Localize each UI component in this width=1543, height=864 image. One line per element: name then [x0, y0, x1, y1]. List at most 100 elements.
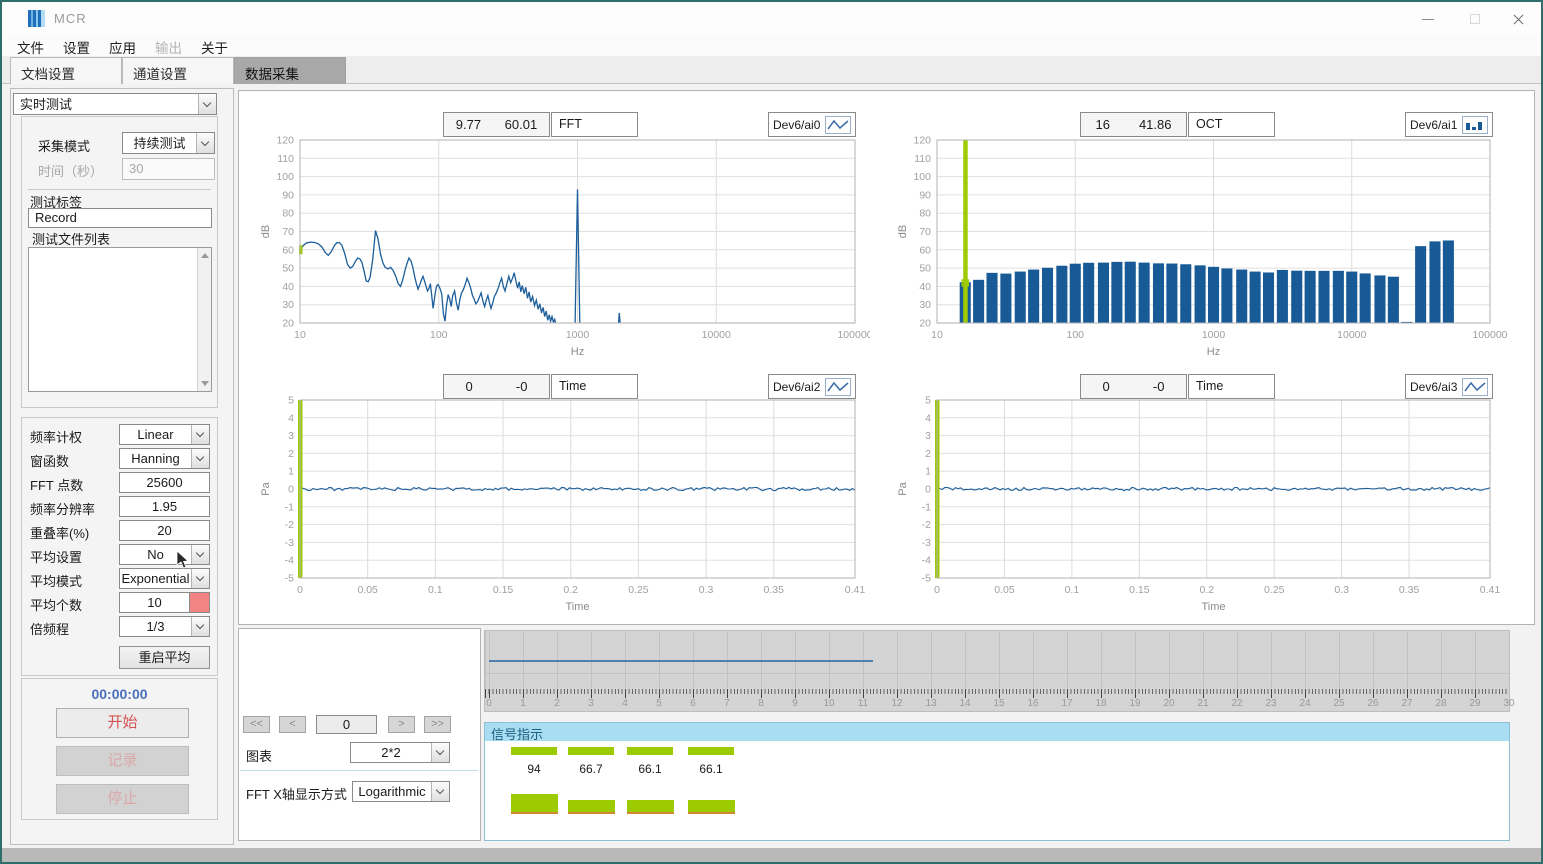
svg-text:0.1: 0.1: [428, 584, 443, 596]
svg-text:0.05: 0.05: [994, 584, 1015, 596]
timeline-tick-label: 0: [486, 698, 492, 709]
chevron-down-icon[interactable]: [431, 743, 449, 762]
chevron-down-icon[interactable]: [198, 94, 216, 114]
chevron-down-icon[interactable]: [191, 569, 209, 588]
svg-text:0.1: 0.1: [1065, 584, 1080, 596]
svg-text:-2: -2: [922, 519, 931, 531]
start-button[interactable]: 开始: [56, 708, 189, 738]
svg-text:0: 0: [297, 584, 303, 596]
setting-label-7: 平均模式: [30, 571, 82, 590]
svg-text:-4: -4: [922, 555, 931, 567]
svg-text:90: 90: [919, 189, 931, 201]
svg-text:60: 60: [919, 244, 931, 256]
setting-select-2[interactable]: Hanning: [119, 448, 210, 469]
svg-text:0: 0: [288, 484, 294, 496]
svg-text:80: 80: [282, 208, 294, 220]
svg-text:20: 20: [282, 318, 294, 330]
acq-mode-select[interactable]: 持续测试: [122, 132, 215, 154]
menu-item-2[interactable]: 设置: [63, 37, 90, 57]
svg-text:Hz: Hz: [1207, 346, 1220, 358]
svg-text:80: 80: [919, 208, 931, 220]
chevron-down-icon[interactable]: [431, 782, 449, 801]
first-page-button[interactable]: <<: [243, 716, 270, 733]
record-name-field[interactable]: Record: [28, 208, 212, 228]
minimize-button[interactable]: [1410, 6, 1446, 32]
timeline-gridline: [485, 673, 1509, 674]
timeline-tick-label: 12: [891, 698, 902, 709]
menu-item-4: 输出: [155, 37, 182, 57]
menu-item-1[interactable]: 文件: [17, 37, 44, 57]
svg-text:0.41: 0.41: [845, 584, 866, 596]
setting-select-6[interactable]: No: [119, 544, 210, 565]
setting-select-1[interactable]: Linear: [119, 424, 210, 445]
menu-item-3[interactable]: 应用: [109, 37, 136, 57]
timeline-tick-label: 17: [1061, 698, 1072, 709]
menu-item-5[interactable]: 关于: [201, 37, 228, 57]
svg-text:Pa: Pa: [897, 481, 909, 495]
setting-input-5[interactable]: 20: [119, 520, 210, 541]
setting-input-4[interactable]: 1.95: [119, 496, 210, 517]
timeline-tick-label: 26: [1367, 698, 1378, 709]
prev-page-button[interactable]: <: [279, 716, 306, 733]
test-mode-select[interactable]: 实时测试: [13, 93, 217, 115]
setting-input-3[interactable]: 25600: [119, 472, 210, 493]
svg-text:-3: -3: [285, 537, 294, 549]
setting-input-8[interactable]: 10: [119, 592, 190, 613]
scroll-up-icon[interactable]: [201, 253, 209, 258]
maximize-button[interactable]: [1457, 6, 1493, 32]
close-button[interactable]: [1500, 6, 1536, 32]
chevron-down-icon[interactable]: [191, 545, 209, 564]
test-file-list[interactable]: [28, 247, 212, 392]
chevron-down-icon[interactable]: [191, 425, 209, 444]
setting-label-6: 平均设置: [30, 547, 82, 566]
mouse-cursor-icon: [176, 550, 189, 569]
svg-text:1000: 1000: [1202, 329, 1226, 341]
svg-text:1: 1: [925, 466, 931, 478]
svg-text:0.3: 0.3: [699, 584, 714, 596]
chevron-down-icon[interactable]: [196, 133, 214, 153]
time2-plot[interactable]: -5-4-3-2-101234500.050.10.150.20.250.30.…: [892, 390, 1507, 630]
tab-2[interactable]: 通道设置: [122, 57, 234, 84]
chevron-down-icon[interactable]: [191, 617, 209, 636]
chevron-down-icon[interactable]: [191, 449, 209, 468]
scroll-down-icon[interactable]: [201, 381, 209, 386]
next-page-button[interactable]: >: [388, 716, 415, 733]
signal-level-value: 66.1: [688, 762, 734, 776]
timeline-progress-line: [489, 660, 873, 662]
svg-text:0.15: 0.15: [1129, 584, 1150, 596]
svg-text:100: 100: [1066, 329, 1084, 341]
oct-plot[interactable]: 2030405060708090100110120101001000100001…: [892, 130, 1507, 370]
svg-text:0.2: 0.2: [1199, 584, 1214, 596]
svg-text:0.2: 0.2: [563, 584, 578, 596]
stop-button: 停止: [56, 784, 189, 814]
signal-level-bar: [511, 794, 558, 814]
window-bottom-strip: [2, 848, 1541, 862]
timeline-scrubber[interactable]: 0123456789101112131415161718192021222324…: [484, 630, 1510, 712]
setting-select-7[interactable]: Exponential: [119, 568, 210, 589]
svg-text:10000: 10000: [702, 329, 731, 341]
fft-xaxis-select[interactable]: Logarithmic: [352, 781, 450, 802]
chart-layout-select[interactable]: 2*2: [350, 742, 450, 763]
tab-1[interactable]: 文档设置: [10, 57, 122, 84]
setting-label-4: 频率分辨率: [30, 499, 95, 518]
svg-text:Pa: Pa: [260, 481, 272, 495]
signal-panel-title: 信号指示: [485, 723, 1509, 741]
svg-text:4: 4: [288, 412, 294, 424]
timeline-tick-label: 6: [690, 698, 696, 709]
timeline-tick-label: 23: [1265, 698, 1276, 709]
fft-plot[interactable]: 2030405060708090100110120101001000100001…: [255, 130, 870, 370]
last-page-button[interactable]: >>: [424, 716, 451, 733]
window-title: MCR: [54, 11, 87, 26]
timeline-tick-label: 21: [1197, 698, 1208, 709]
list-scrollbar[interactable]: [197, 248, 211, 391]
svg-text:110: 110: [914, 153, 931, 165]
timeline-tick-label: 9: [792, 698, 798, 709]
svg-text:100: 100: [913, 171, 931, 183]
time1-plot[interactable]: -5-4-3-2-101234500.050.10.150.20.250.30.…: [255, 390, 870, 630]
svg-text:50: 50: [282, 263, 294, 275]
restart-average-button[interactable]: 重启平均: [119, 646, 210, 669]
tab-3[interactable]: 数据采集: [234, 57, 346, 84]
setting-select-9[interactable]: 1/3: [119, 616, 210, 637]
signal-level-value: 66.7: [568, 762, 614, 776]
svg-text:-2: -2: [285, 519, 294, 531]
